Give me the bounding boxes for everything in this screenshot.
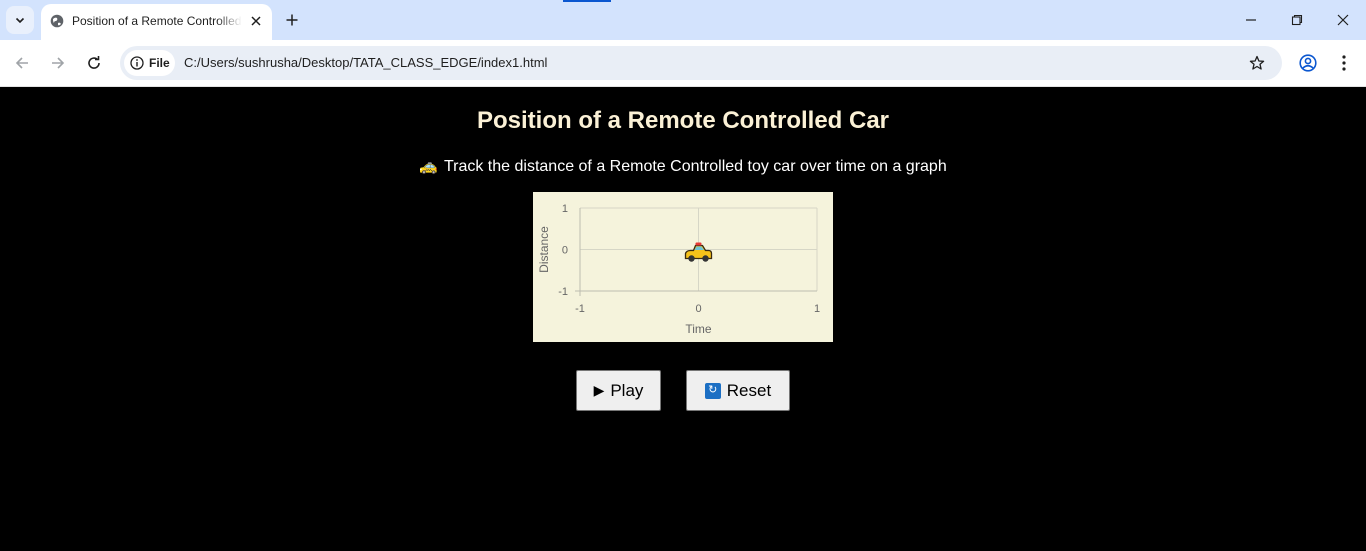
chevron-down-icon	[15, 17, 25, 24]
restore-button[interactable]	[1274, 0, 1320, 40]
reset-icon: ↻	[704, 382, 721, 399]
info-icon	[130, 56, 144, 70]
y-tick-label: 1	[562, 203, 568, 215]
forward-button[interactable]	[44, 49, 72, 77]
car-wheel	[702, 255, 709, 262]
x-tick-label: 0	[695, 303, 701, 315]
x-tick-label: -1	[575, 303, 585, 315]
subtitle-text: Track the distance of a Remote Controlle…	[443, 158, 947, 175]
reload-icon	[88, 56, 100, 69]
distance-time-chart: -1 0 1 1 0 -1 Time Distance	[533, 192, 833, 342]
x-axis-title: Time	[685, 322, 712, 336]
minimize-button[interactable]	[1228, 0, 1274, 40]
x-tick-label: 1	[814, 303, 820, 315]
reload-button[interactable]	[80, 49, 108, 77]
profile-button[interactable]	[1294, 49, 1322, 77]
car-wheel	[688, 255, 695, 262]
profile-icon	[1299, 54, 1317, 72]
tab-list-button[interactable]	[6, 6, 34, 34]
back-arrow-icon	[15, 57, 28, 69]
tab-title: Position of a Remote Controlled Car	[72, 14, 242, 28]
plus-icon	[286, 14, 298, 26]
site-chip-label: File	[149, 56, 170, 70]
tab-strip-indicator	[563, 0, 611, 2]
tab-close-button[interactable]	[247, 12, 265, 30]
play-label: Play	[610, 380, 644, 400]
reset-button[interactable]: ↻ Reset	[686, 370, 790, 411]
browser-menu-button[interactable]	[1330, 49, 1358, 77]
close-window-button[interactable]	[1320, 0, 1366, 40]
minimize-icon	[1246, 19, 1256, 21]
browser-tab[interactable]: Position of a Remote Controlled Car	[41, 4, 272, 40]
new-tab-button[interactable]	[281, 9, 303, 31]
star-icon	[1249, 55, 1265, 70]
play-icon: ▶	[593, 382, 605, 398]
page-title: Position of a Remote Controlled Car	[476, 107, 890, 134]
browser-toolbar: File C:/Users/sushrusha/Desktop/TATA_CLA…	[0, 40, 1366, 87]
car-roof-sign	[695, 242, 702, 246]
y-axis-title: Distance	[537, 226, 551, 273]
site-info-chip[interactable]: File	[124, 50, 175, 76]
page-content: Position of a Remote Controlled Car 🚕 Tra…	[0, 87, 1366, 551]
taxi-icon: 🚕	[419, 158, 438, 175]
reset-label: Reset	[726, 380, 772, 400]
restore-icon	[1291, 14, 1303, 26]
forward-arrow-icon	[52, 57, 65, 69]
close-window-icon	[1337, 14, 1349, 26]
url-text[interactable]: C:/Users/sushrusha/Desktop/TATA_CLASS_ED…	[184, 55, 547, 70]
subtitle: 🚕 Track the distance of a Remote Controll…	[0, 157, 1366, 176]
car-data-point	[684, 242, 713, 262]
close-icon	[251, 16, 261, 26]
address-bar[interactable]: File C:/Users/sushrusha/Desktop/TATA_CLA…	[120, 46, 1282, 80]
bookmark-button[interactable]	[1246, 52, 1268, 74]
chart-svg: -1 0 1 1 0 -1 Time Distance	[537, 203, 820, 336]
globe-icon	[50, 14, 64, 28]
y-tick-label: -1	[558, 286, 568, 298]
back-button[interactable]	[8, 49, 36, 77]
browser-tabbar: Position of a Remote Controlled Car	[0, 0, 1366, 40]
more-vert-icon	[1342, 55, 1346, 71]
play-button[interactable]: ▶ Play	[576, 370, 661, 411]
y-tick-label: 0	[562, 245, 568, 257]
